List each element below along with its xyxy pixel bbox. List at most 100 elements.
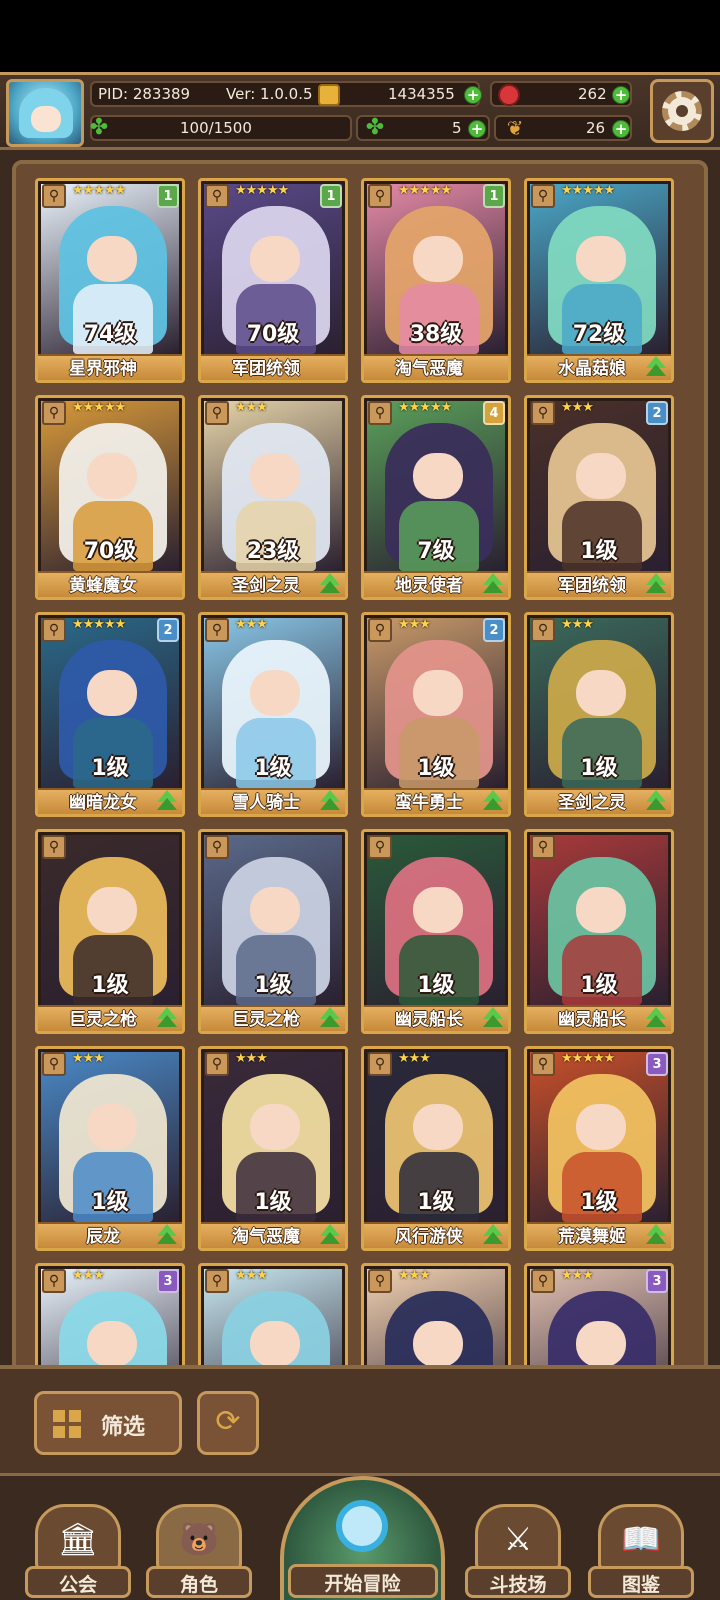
hero-stars: ★★★ [72,1051,105,1066]
settings-button[interactable] [650,79,714,143]
crossed-swords-icon: ⚔ [503,1520,533,1558]
hero-card[interactable]: ⚲ ★★★★★ 1 74级 星界邪神 [35,178,185,383]
hero-face [250,236,300,282]
hero-name: 淘气恶魔 [232,1227,300,1247]
hero-card[interactable]: ⚲ ★★★ 1级 雪人骑士 [198,612,348,817]
hero-card[interactable]: ⚲ 1级 巨灵之枪 [198,829,348,1034]
hero-card[interactable]: ⚲ ★★★★★ 1 38级 淘气恶魔 [361,178,511,383]
hero-card[interactable]: ⚲ ★★★★★ 1 70级 军团统领 [198,178,348,383]
hero-name: 荒漠舞姬 [558,1227,626,1247]
upgrade-arrow-icon[interactable] [480,790,506,812]
gold-amount: 1434355 [388,85,455,103]
nav-adventure-label: 开始冒险 [324,1573,401,1595]
player-avatar[interactable] [6,79,84,147]
hero-card[interactable]: ⚲ ★★★ 1级 辰龙 [35,1046,185,1251]
hero-card[interactable]: ⚲ ★★★★★ 70级 黄蜂魔女 [35,395,185,600]
book-icon: 📖 [621,1520,661,1558]
hero-class-icon: ⚲ [42,835,66,859]
hero-level: 7级 [417,539,455,564]
hero-face [250,1321,300,1365]
upgrade-arrow-icon[interactable] [643,790,669,812]
hero-rank-badge: 3 [646,1052,668,1076]
hero-card[interactable]: ⚲ ★★★ 2 1级 军团统领 [524,395,674,600]
add-clover-button[interactable]: + [468,120,486,138]
add-meat-button[interactable]: + [612,86,630,104]
add-gold-button[interactable]: + [464,86,482,104]
hero-level: 1级 [254,973,292,998]
hero-face [87,236,137,282]
upgrade-arrow-icon[interactable] [480,573,506,595]
hero-card[interactable]: ⚲ ★★★ 2 1级 蛮牛勇士 [361,612,511,817]
hero-stars: ★★★ [235,1051,268,1066]
upgrade-arrow-icon[interactable] [643,1007,669,1029]
hero-card[interactable]: ⚲ 1级 幽灵船长 [524,829,674,1034]
hero-name: 黄蜂魔女 [69,576,137,596]
hero-card[interactable]: ⚲ ★★★★★ 3 1级 荒漠舞姬 [524,1046,674,1251]
hero-level: 1级 [91,756,129,781]
hero-face [87,887,137,933]
hero-card[interactable]: ⚲ ★★★ 1级 淘气恶魔 [198,1046,348,1251]
nav-characters[interactable]: 🐻 角色 [146,1504,252,1600]
upgrade-arrow-icon[interactable] [154,1224,180,1246]
nav-adventure[interactable]: 开始冒险 [280,1476,445,1600]
hero-stars: ★★★★★ [72,617,126,632]
upgrade-arrow-icon[interactable] [643,1224,669,1246]
upgrade-arrow-icon[interactable] [480,1007,506,1029]
hero-card[interactable]: ⚲ ★★★ 3 [524,1263,674,1365]
hero-class-icon: ⚲ [205,1269,229,1293]
upgrade-arrow-icon[interactable] [643,356,669,378]
hero-card[interactable]: ⚲ ★★★★★ 2 1级 幽暗龙女 [35,612,185,817]
hero-name: 辰龙 [86,1227,120,1247]
upgrade-arrow-icon[interactable] [317,1224,343,1246]
hero-name: 淘气恶魔 [395,359,463,379]
upgrade-arrow-icon[interactable] [643,573,669,595]
nav-guild[interactable]: 🏛 公会 [25,1504,131,1600]
hero-level: 1级 [417,756,455,781]
hero-stars: ★★★★★ [398,183,452,198]
hero-stars: ★★★ [72,1268,105,1283]
hero-card[interactable]: ⚲ ★★★★★ 72级 水晶菇娘 [524,178,674,383]
hero-stars: ★★★ [235,400,268,415]
hero-class-icon: ⚲ [368,184,392,208]
add-leaf-button[interactable]: + [612,120,630,138]
hero-level: 70级 [246,322,300,347]
hero-stars: ★★★★★ [561,1051,615,1066]
clover-amount: 5 [452,119,462,137]
hero-class-icon: ⚲ [368,835,392,859]
hero-face [87,1321,137,1365]
hero-name: 雪人骑士 [232,793,300,813]
nav-codex[interactable]: 📖 图鉴 [588,1504,694,1600]
hero-face [413,670,463,716]
hero-card[interactable]: ⚲ ★★★ [361,1263,511,1365]
upgrade-arrow-icon[interactable] [317,573,343,595]
hero-class-icon: ⚲ [531,1052,555,1076]
hero-level: 1级 [254,1190,292,1215]
hero-card[interactable]: ⚲ ★★★★★ 4 7级 地灵使者 [361,395,511,600]
stamina-amount: 100/1500 [180,119,252,137]
hero-card[interactable]: ⚲ ★★★ 1级 风行游侠 [361,1046,511,1251]
nav-arena-label: 斗技场 [489,1574,547,1596]
hero-card[interactable]: ⚲ ★★★ 23级 圣剑之灵 [198,395,348,600]
hero-face [576,887,626,933]
upgrade-arrow-icon[interactable] [480,1224,506,1246]
hero-card[interactable]: ⚲ ★★★ 1级 圣剑之灵 [524,612,674,817]
hero-card[interactable]: ⚲ 1级 巨灵之枪 [35,829,185,1034]
hero-level: 1级 [580,973,618,998]
hero-rank-badge: 1 [157,184,179,208]
hero-rank-badge: 2 [157,618,179,642]
refresh-button[interactable]: ⟳ [197,1391,259,1455]
upgrade-arrow-icon[interactable] [154,1007,180,1029]
hero-card[interactable]: ⚲ 1级 幽灵船长 [361,829,511,1034]
hero-card[interactable]: ⚲ ★★★ 3 [35,1263,185,1365]
upgrade-arrow-icon[interactable] [154,790,180,812]
upgrade-arrow-icon[interactable] [317,1007,343,1029]
nav-arena[interactable]: ⚔ 斗技场 [465,1504,571,1600]
hero-class-icon: ⚲ [42,1269,66,1293]
hero-grid[interactable]: ⚲ ★★★★★ 1 74级 星界邪神 ⚲ ★★★★★ 1 70级 军团统领 ⚲ ★★★★★ 1 38级 淘气… [35,178,685,1365]
refresh-icon: ⟳ [215,1404,241,1439]
upgrade-arrow-icon[interactable] [317,790,343,812]
hero-card[interactable]: ⚲ ★★★ [198,1263,348,1365]
hero-stars: ★★★ [235,617,268,632]
hero-level: 1级 [254,756,292,781]
filter-button[interactable]: 筛选 [34,1391,182,1455]
